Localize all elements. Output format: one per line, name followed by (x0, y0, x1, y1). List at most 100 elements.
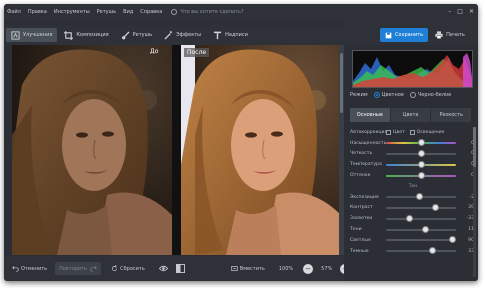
slider-knob[interactable] (449, 236, 456, 244)
tone-slider-label: Контраст (350, 205, 373, 211)
color-slider-track[interactable] (386, 139, 456, 147)
wand-icon (164, 30, 173, 40)
panel-scrollbar[interactable] (473, 127, 476, 277)
canvas-scroll-thumb[interactable] (340, 53, 343, 113)
menu-edit[interactable]: Правка (28, 9, 47, 15)
zoom-level: 57% (321, 266, 332, 272)
zoom-actual-button[interactable]: 100% (279, 266, 293, 272)
tab-effects-label: Эффекты (176, 32, 202, 38)
tone-sliders: Экспозиция -2 Контраст 39 Засветки -33 Тени 11 С… (350, 192, 476, 257)
eye-icon (158, 265, 168, 272)
checkbox-icon (409, 129, 415, 135)
split-view-icon (175, 264, 185, 273)
printer-icon (435, 31, 443, 39)
tone-slider-label: Засветки (350, 216, 373, 222)
close-icon[interactable]: ✕ (469, 8, 474, 16)
menu-view[interactable]: Вид (123, 9, 133, 15)
undo-button[interactable]: Отменить (12, 265, 47, 272)
auto-color-checkbox[interactable]: Цвет (386, 129, 405, 135)
adjustment-rows: Автокоррекция Цвет Освещение Насыщенност… (350, 127, 476, 257)
tab-basic[interactable]: Основные (350, 108, 391, 122)
tone-slider-track[interactable] (386, 214, 456, 222)
panel-scroll-thumb[interactable] (473, 127, 476, 167)
mode-color-label: Цветное (381, 92, 404, 98)
reset-label: Сбросить (120, 265, 145, 272)
brush-icon (121, 30, 130, 39)
tab-composition[interactable]: Композиция (59, 28, 113, 42)
mode-label: Режим (350, 92, 368, 98)
minimize-icon[interactable]: – (448, 8, 451, 16)
tab-colors[interactable]: Цвета (390, 108, 432, 122)
menu-tools[interactable]: Инструменты (54, 9, 90, 15)
tone-slider-track[interactable] (386, 236, 456, 244)
menu-file[interactable]: Файл (7, 9, 21, 15)
portrait-before-image (12, 45, 172, 255)
tab-retouch-label: Ретушь (132, 32, 153, 38)
tab-effects[interactable]: Эффекты (159, 28, 206, 42)
slider-knob[interactable] (417, 139, 425, 147)
slider-knob[interactable] (417, 160, 425, 168)
mode-bw-radio[interactable] (409, 92, 416, 98)
photo-canvas[interactable]: До После (12, 45, 341, 255)
minus-icon: − (303, 263, 314, 274)
zoom-level-label: 57% (321, 265, 333, 272)
slider-knob[interactable] (431, 203, 439, 211)
redo-button[interactable]: Повторить (55, 262, 102, 275)
fit-button[interactable]: Вместить (231, 265, 265, 272)
autocorrection-label: Автокоррекция (350, 129, 388, 135)
color-slider-row: Оттенок0 (350, 170, 476, 181)
slider-knob[interactable] (429, 247, 437, 255)
tone-slider-track[interactable] (386, 193, 456, 201)
portrait-after-image (181, 45, 341, 255)
color-slider-row: Температура0 (350, 159, 476, 170)
save-button-label: Сохранить (394, 32, 424, 38)
color-slider-track[interactable] (386, 160, 456, 168)
save-button[interactable]: Сохранить (380, 28, 428, 42)
main-toolbar: Улучшения Композиция Ретушь Эффекты Надп… (4, 25, 344, 45)
slider-knob[interactable] (421, 225, 429, 233)
tab-retouch[interactable]: Ретушь (116, 28, 158, 42)
compare-toggle[interactable] (158, 264, 170, 273)
tab-text[interactable]: Надписи (208, 28, 253, 42)
print-button[interactable]: Печать (430, 28, 470, 42)
color-slider-row: Насыщенность0 (350, 138, 476, 149)
tone-slider-track[interactable] (386, 203, 456, 211)
tone-section-header: Тон (350, 181, 476, 192)
reset-button[interactable]: Сбросить (111, 265, 145, 272)
app-window: Файл Правка Инструменты Ретушь Вид Справ… (4, 4, 478, 281)
tone-slider-row: Тени 11 (350, 224, 476, 235)
split-view-toggle[interactable] (175, 264, 187, 273)
menu-retouch[interactable]: Ретушь (97, 9, 117, 15)
slider-knob[interactable] (416, 193, 424, 201)
menu-help[interactable]: Справка (140, 9, 162, 15)
slider-knob[interactable] (417, 149, 425, 157)
help-search[interactable]: Что вы хотите сделать? (171, 9, 244, 15)
tone-slider-row: Засветки -33 (350, 213, 476, 224)
color-slider-label: Насыщенность (350, 140, 387, 146)
enhance-icon (11, 30, 20, 40)
tone-slider-label: Темные (350, 248, 369, 254)
zoom-out-button[interactable]: − (303, 263, 314, 274)
maximize-icon[interactable]: □ (457, 8, 463, 16)
tone-slider-track[interactable] (386, 225, 456, 233)
tone-section-label: Тон (408, 183, 418, 189)
tab-enhance[interactable]: Улучшения (6, 28, 58, 42)
adjustments-panel: Режим Цветное Черно-белое Основные Цвета… (344, 45, 478, 281)
undo-label: Отменить (21, 265, 48, 272)
color-slider-row: Четкость0 (350, 149, 476, 160)
auto-light-checkbox[interactable]: Освещение (409, 129, 444, 135)
color-slider-track[interactable] (386, 171, 456, 179)
tone-slider-track[interactable] (386, 247, 456, 255)
after-label: После (184, 48, 210, 57)
tone-slider-row: Контраст 39 (350, 203, 476, 214)
auto-color-label: Цвет (393, 129, 405, 135)
mode-color-radio[interactable] (373, 92, 380, 98)
color-slider-label: Оттенок (350, 173, 371, 179)
slider-knob[interactable] (417, 171, 425, 179)
autocorrection-row: Автокоррекция Цвет Освещение (350, 127, 476, 138)
tab-sharpness[interactable]: Резкость (431, 108, 473, 122)
mode-row: Режим Цветное Черно-белое (350, 92, 451, 98)
tone-slider-label: Тени (350, 227, 362, 233)
slider-knob[interactable] (405, 214, 413, 222)
color-slider-track[interactable] (386, 149, 456, 157)
